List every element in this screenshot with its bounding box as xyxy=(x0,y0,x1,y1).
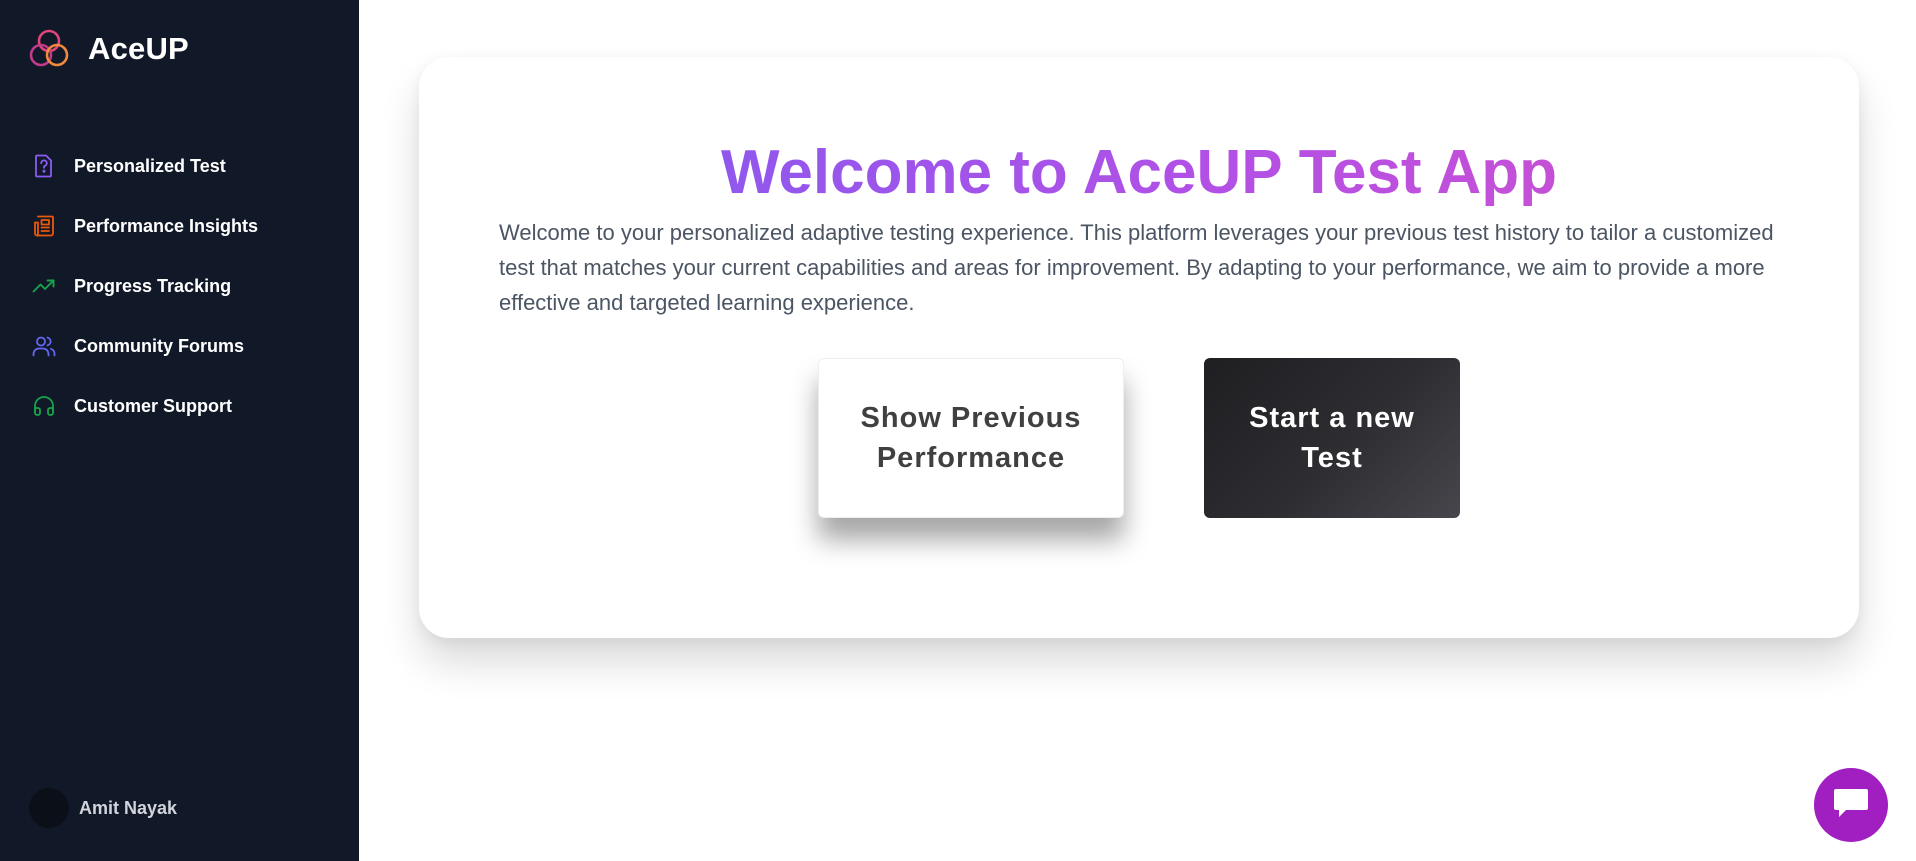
headphones-icon xyxy=(31,393,57,419)
chat-bubble-icon xyxy=(1832,786,1870,825)
sidebar-item-label: Customer Support xyxy=(74,395,233,416)
trend-up-icon xyxy=(31,273,57,299)
newspaper-icon xyxy=(31,213,57,239)
sidebar-nav: Personalized Test Performance Insights P… xyxy=(0,136,359,436)
sidebar-item-label: Performance Insights xyxy=(74,215,259,236)
chat-button[interactable] xyxy=(1814,768,1888,842)
sidebar-item-performance-insights[interactable]: Performance Insights xyxy=(0,196,359,256)
show-previous-performance-label: Show Previous Performance xyxy=(860,402,1082,474)
page-title: Welcome to AceUP Test App xyxy=(419,137,1859,208)
sidebar-item-customer-support[interactable]: Customer Support xyxy=(0,376,359,436)
avatar xyxy=(29,788,69,828)
question-file-icon xyxy=(31,153,57,179)
sidebar-item-community-forums[interactable]: Community Forums xyxy=(0,316,359,376)
brand[interactable]: AceUP xyxy=(28,28,189,70)
welcome-card: Welcome to AceUP Test App Welcome to you… xyxy=(419,57,1859,638)
sidebar-item-label: Personalized Test xyxy=(74,155,226,176)
user-name: Amit Nayak xyxy=(79,797,178,818)
sidebar-item-label: Progress Tracking xyxy=(74,275,232,296)
welcome-description: Welcome to your personalized adaptive te… xyxy=(499,220,1774,315)
sidebar-item-progress-tracking[interactable]: Progress Tracking xyxy=(0,256,359,316)
start-new-test-label: Start a new Test xyxy=(1249,402,1415,474)
triple-ring-logo-icon xyxy=(28,28,70,70)
sidebar-item-personalized-test[interactable]: Personalized Test xyxy=(0,136,359,196)
users-icon xyxy=(31,333,57,359)
user-profile[interactable]: Amit Nayak xyxy=(29,788,177,828)
sidebar-item-label: Community Forums xyxy=(74,335,245,356)
show-previous-performance-button[interactable]: Show Previous Performance xyxy=(818,358,1124,518)
brand-name: AceUP xyxy=(88,31,189,66)
start-new-test-button[interactable]: Start a new Test xyxy=(1204,358,1460,518)
sidebar: AceUP Personalized Test Performance Insi… xyxy=(0,0,359,861)
